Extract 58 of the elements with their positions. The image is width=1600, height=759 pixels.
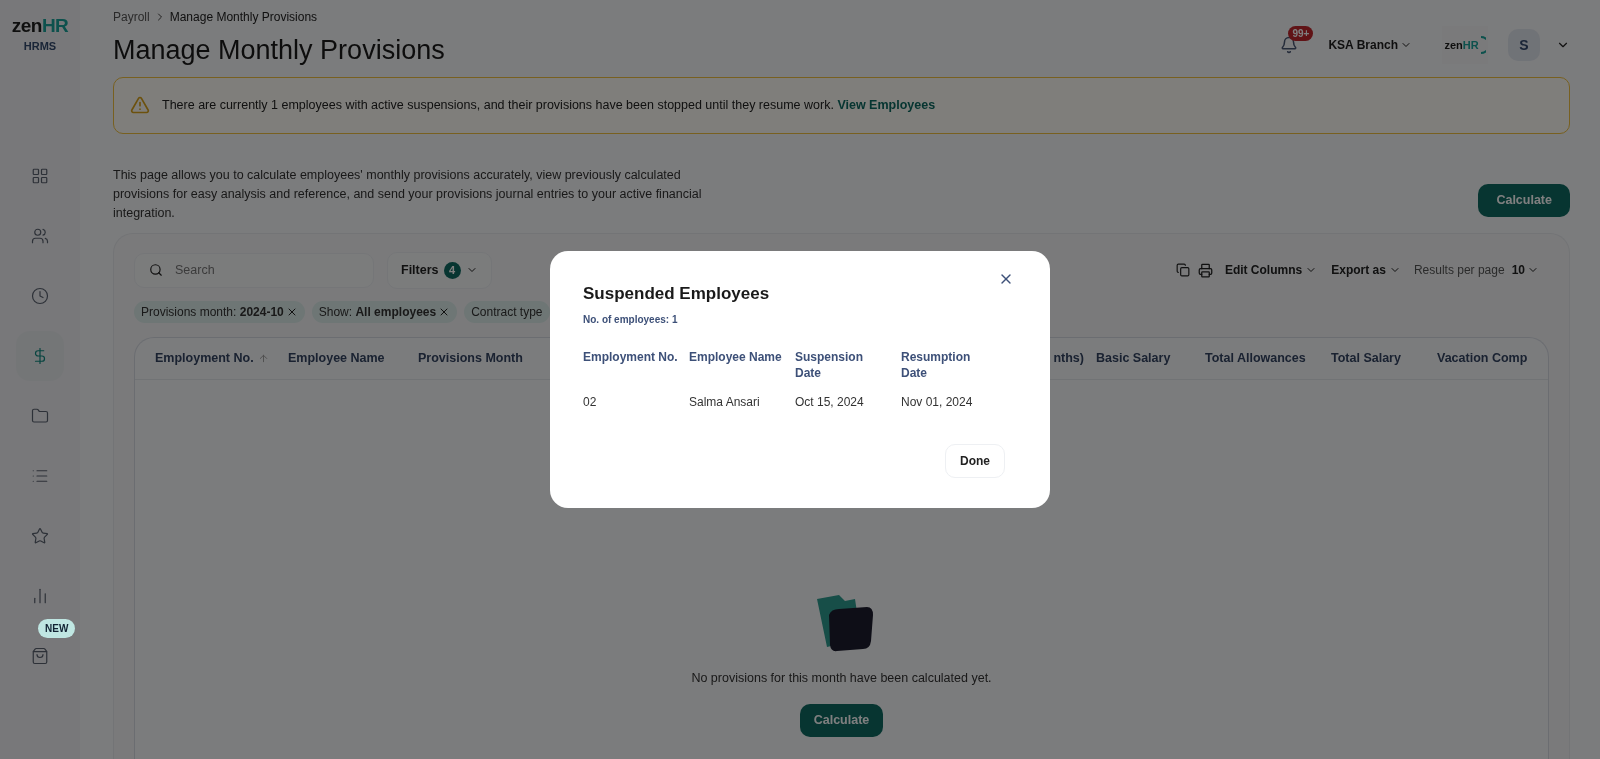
bar-chart-icon	[31, 586, 49, 605]
dialog-table-cell-text: Nov 01, 2024	[901, 394, 974, 412]
results-per-page-label: Results per page	[1413, 262, 1505, 279]
employee-count: No. of employees: 1	[583, 313, 679, 328]
folder-icon	[31, 406, 49, 425]
column-header[interactable]: Basic Salary	[1096, 348, 1171, 368]
page-title: Manage Monthly Provisions	[113, 34, 445, 67]
star-icon	[31, 526, 49, 545]
alert-text: There are currently 1 employees with active suspensions, and their provisions have been stopped until they resume work. View Employees	[162, 96, 936, 114]
bag-icon	[31, 646, 49, 665]
dialog-title: Suspended Employees	[583, 283, 771, 305]
results-per-page-dropdown[interactable]: 10	[1511, 261, 1539, 279]
dialog-column-header: Employment No.	[583, 349, 679, 367]
branch-selector[interactable]: KSA Branch	[1328, 36, 1412, 54]
filter-chip[interactable]: Provisions month: 2024-10	[134, 300, 305, 323]
search-icon	[149, 263, 163, 277]
logo: zenHR	[1444, 37, 1479, 53]
breadcrumb-item[interactable]: Payroll	[113, 8, 150, 26]
new-badge: NEW	[38, 618, 76, 638]
empty-state-text: No provisions for this month have been calculated yet.	[691, 670, 992, 688]
dialog-column-header: Resumption Date	[901, 349, 972, 382]
copy-icon[interactable]	[1175, 263, 1190, 277]
search-field[interactable]: Search	[134, 252, 374, 288]
column-header[interactable]: Vacation Comp	[1437, 348, 1528, 368]
grid-icon	[31, 166, 49, 185]
avatar[interactable]: S	[1508, 29, 1540, 61]
filter-chip[interactable]: Contract type	[464, 300, 550, 323]
column-header[interactable]: Employment No.	[155, 348, 254, 368]
description-text: This page allows you to calculate employees' monthly provisions accurately, view previously calculated provisions for easy analysis and reference, and send your provisions journal entries to your active financial integration.	[113, 166, 703, 222]
column-header[interactable]: nths)	[1053, 348, 1084, 368]
calculate-button[interactable]: Calculate	[1478, 183, 1570, 217]
column-header[interactable]: Total Salary	[1331, 348, 1401, 368]
logo: zenHR	[11, 16, 69, 35]
column-header[interactable]: Provisions Month	[418, 348, 523, 368]
clock-icon	[31, 286, 49, 305]
export-dropdown[interactable]: Export as	[1331, 261, 1401, 279]
bell-icon[interactable]	[1280, 36, 1299, 54]
print-icon[interactable]	[1197, 262, 1213, 278]
warning-icon	[130, 95, 150, 115]
notification-badge: 99+	[1288, 26, 1314, 41]
filter-chip[interactable]: Show: All employees	[311, 300, 458, 323]
breadcrumb-item: Manage Monthly Provisions	[169, 9, 318, 26]
edit-columns-dropdown[interactable]: Edit Columns	[1224, 261, 1318, 279]
column-header[interactable]: Employee Name	[288, 348, 385, 368]
dialog-table-cell-text: 02	[583, 394, 598, 412]
search-input: Search	[175, 260, 335, 280]
users-icon	[31, 226, 49, 245]
dialog-column-header: Employee Name	[689, 349, 783, 367]
filter-count: 4	[443, 261, 461, 279]
product-label: HRMS	[23, 39, 57, 54]
dialog-column-header: Suspension Date	[795, 349, 864, 382]
calculate-button[interactable]: Calculate	[799, 704, 884, 737]
done-button[interactable]: Done	[945, 444, 1005, 478]
filters-button[interactable]: Filters 4	[387, 251, 492, 289]
view-employees-link[interactable]: View Employees	[837, 97, 936, 112]
dialog-table-cell-text: Oct 15, 2024	[795, 394, 865, 412]
dialog-table-cell-text: Salma Ansari	[689, 394, 761, 412]
column-header[interactable]: Total Allowances	[1205, 348, 1306, 368]
